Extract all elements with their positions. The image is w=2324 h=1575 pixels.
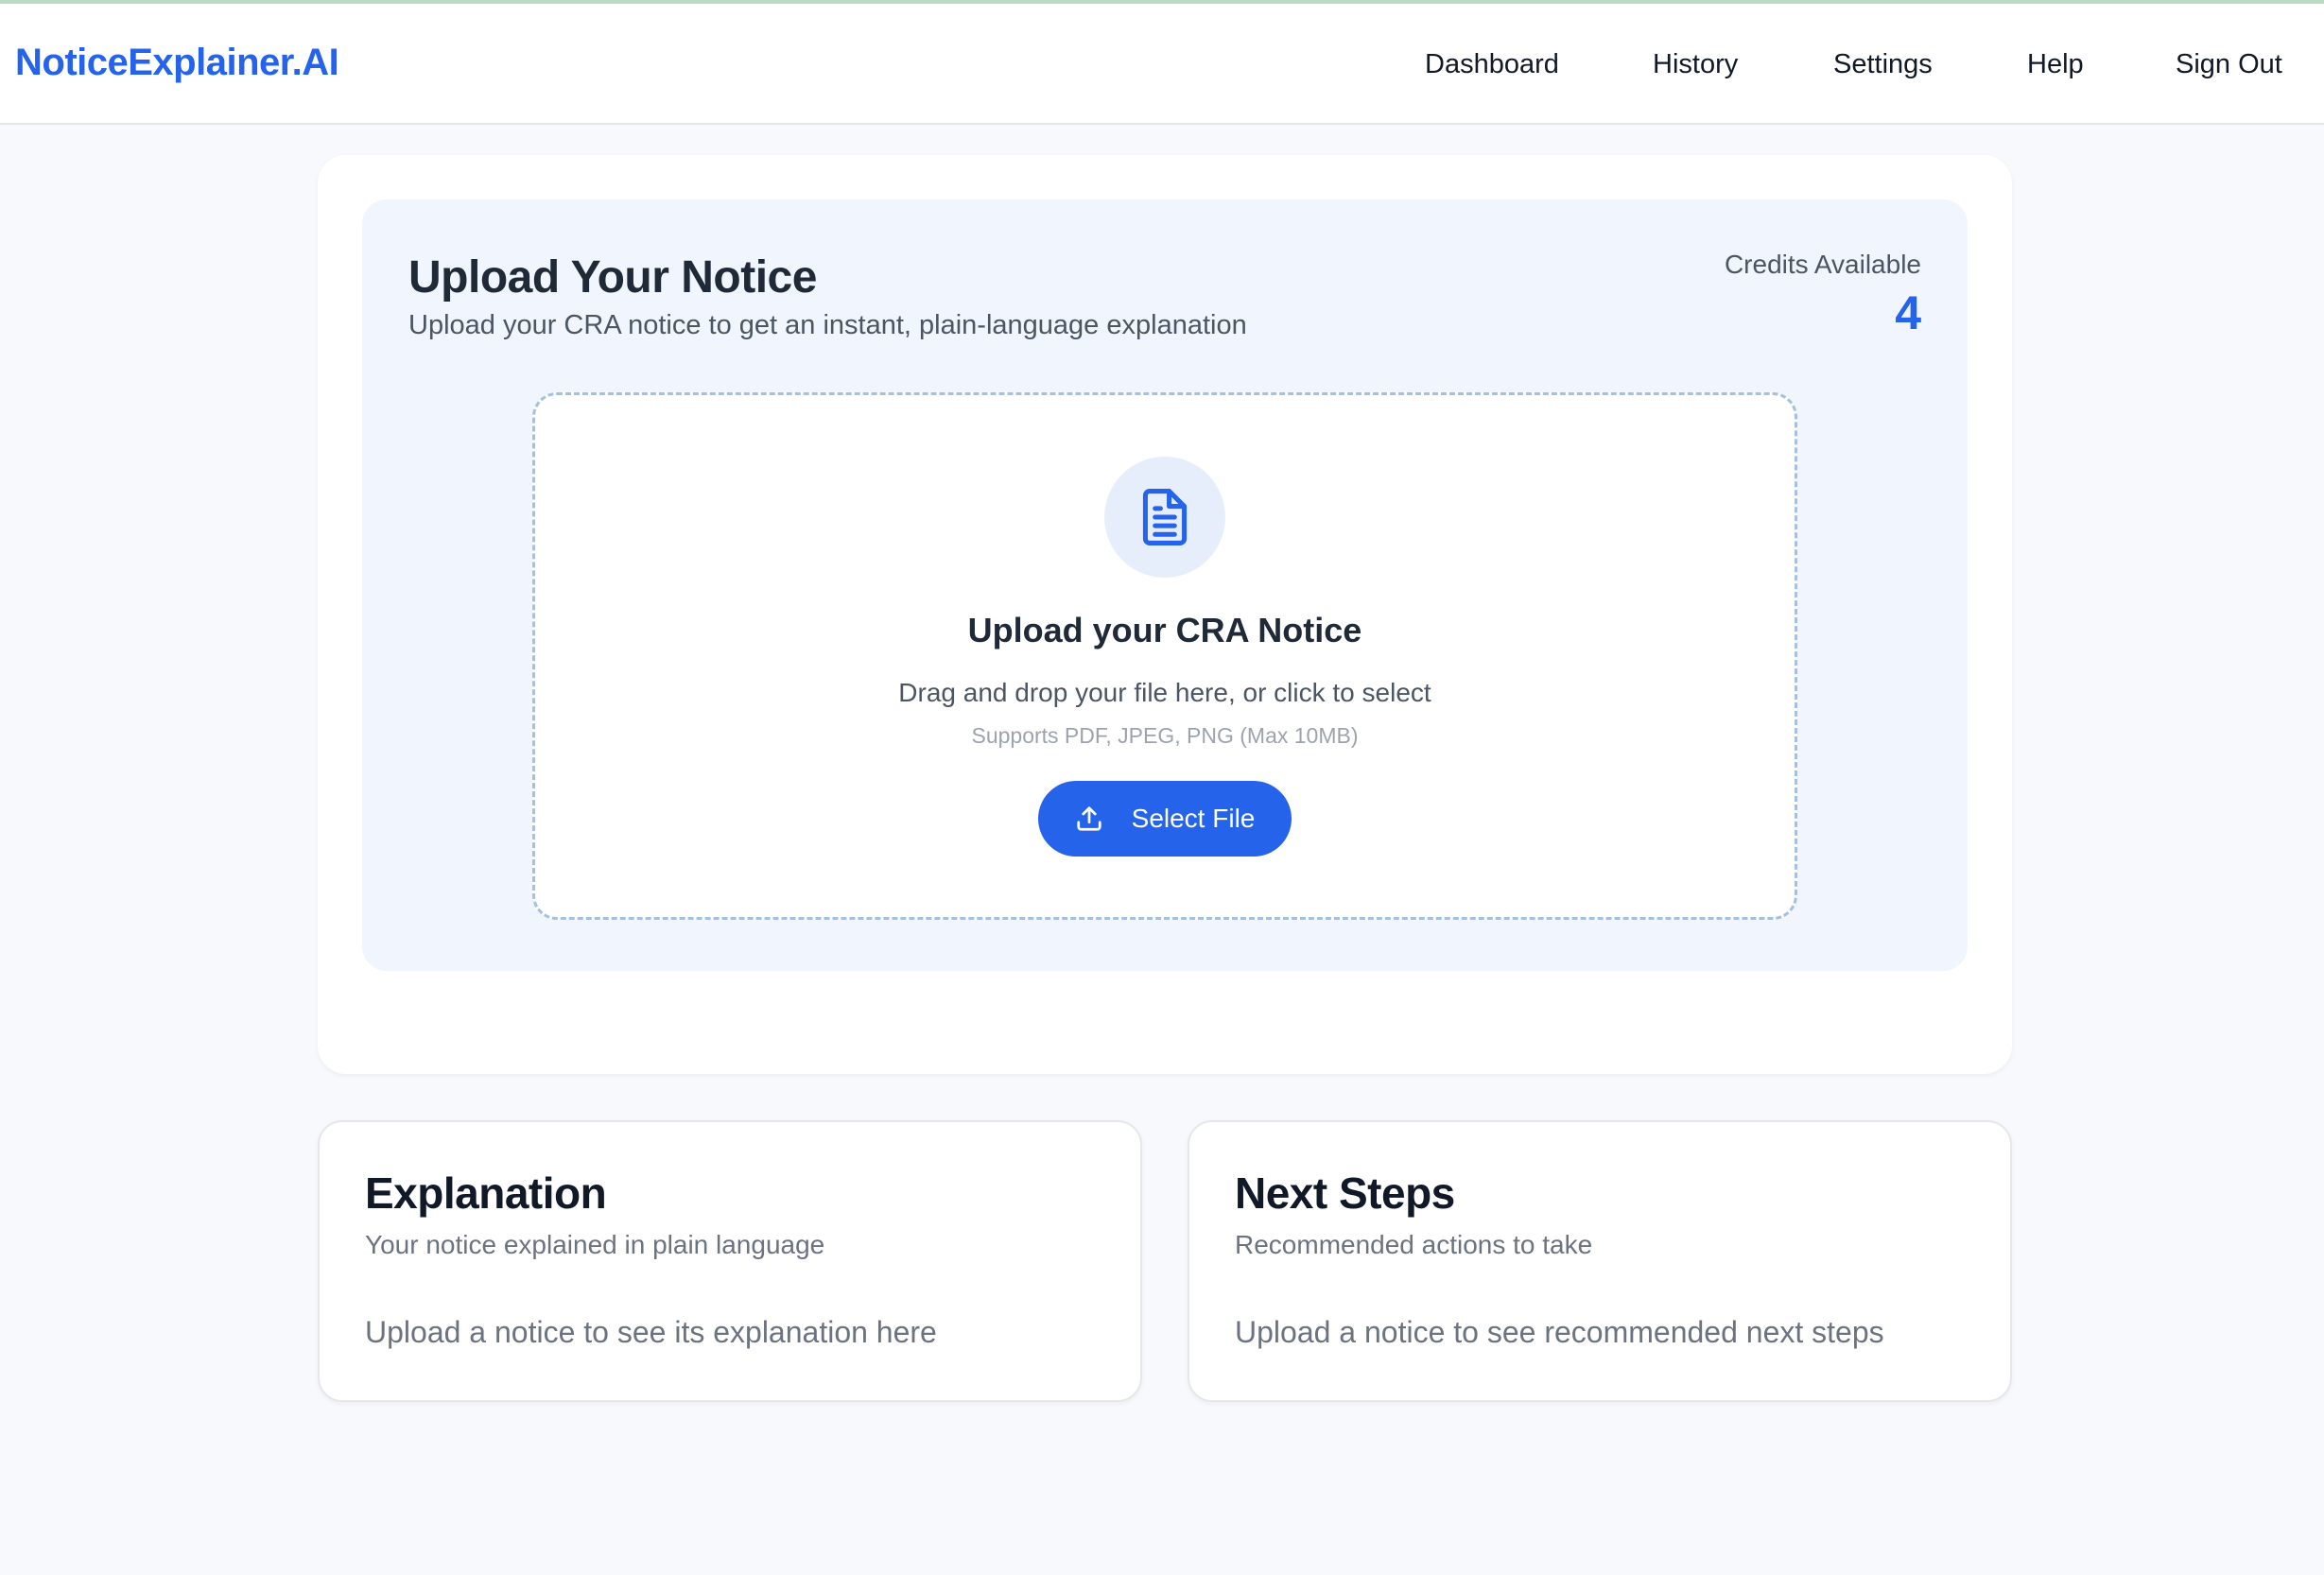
dropzone-file-types-hint: Supports PDF, JPEG, PNG (Max 10MB) [971, 723, 1359, 748]
next-steps-empty-state: Upload a notice to see recommended next … [1235, 1315, 1884, 1349]
top-navbar: NoticeExplainer.AI Dashboard History Set… [0, 4, 2324, 125]
next-steps-card: Next Steps Recommended actions to take U… [1188, 1120, 2012, 1402]
brand-logo[interactable]: NoticeExplainer.AI [15, 42, 339, 84]
nav-dashboard[interactable]: Dashboard [1425, 49, 1559, 80]
nav-help[interactable]: Help [2027, 49, 2084, 80]
select-file-button[interactable]: Select File [1038, 781, 1292, 857]
credits-label: Credits Available [1724, 250, 1921, 279]
nav-history[interactable]: History [1653, 49, 1738, 80]
dropzone-title: Upload your CRA Notice [967, 611, 1362, 649]
explanation-empty-state: Upload a notice to see its explanation h… [365, 1315, 937, 1349]
dropzone-description: Drag and drop your file here, or click t… [898, 678, 1431, 707]
explanation-title: Explanation [365, 1168, 607, 1218]
select-file-label: Select File [1131, 804, 1256, 833]
next-steps-subtitle: Recommended actions to take [1235, 1230, 1593, 1259]
credits-count: 4 [1895, 286, 1921, 339]
nav-sign-out[interactable]: Sign Out [2176, 49, 2282, 80]
page-subtitle: Upload your CRA notice to get an instant… [408, 310, 1247, 340]
explanation-card: Explanation Your notice explained in pla… [318, 1120, 1142, 1402]
upload-icon [1077, 806, 1101, 831]
document-icon-circle [1104, 457, 1225, 578]
explanation-subtitle: Your notice explained in plain language [365, 1230, 825, 1259]
nav-settings[interactable]: Settings [1833, 49, 1933, 80]
next-steps-title: Next Steps [1235, 1168, 1455, 1218]
page-title: Upload Your Notice [408, 252, 817, 303]
document-icon [1142, 489, 1188, 545]
